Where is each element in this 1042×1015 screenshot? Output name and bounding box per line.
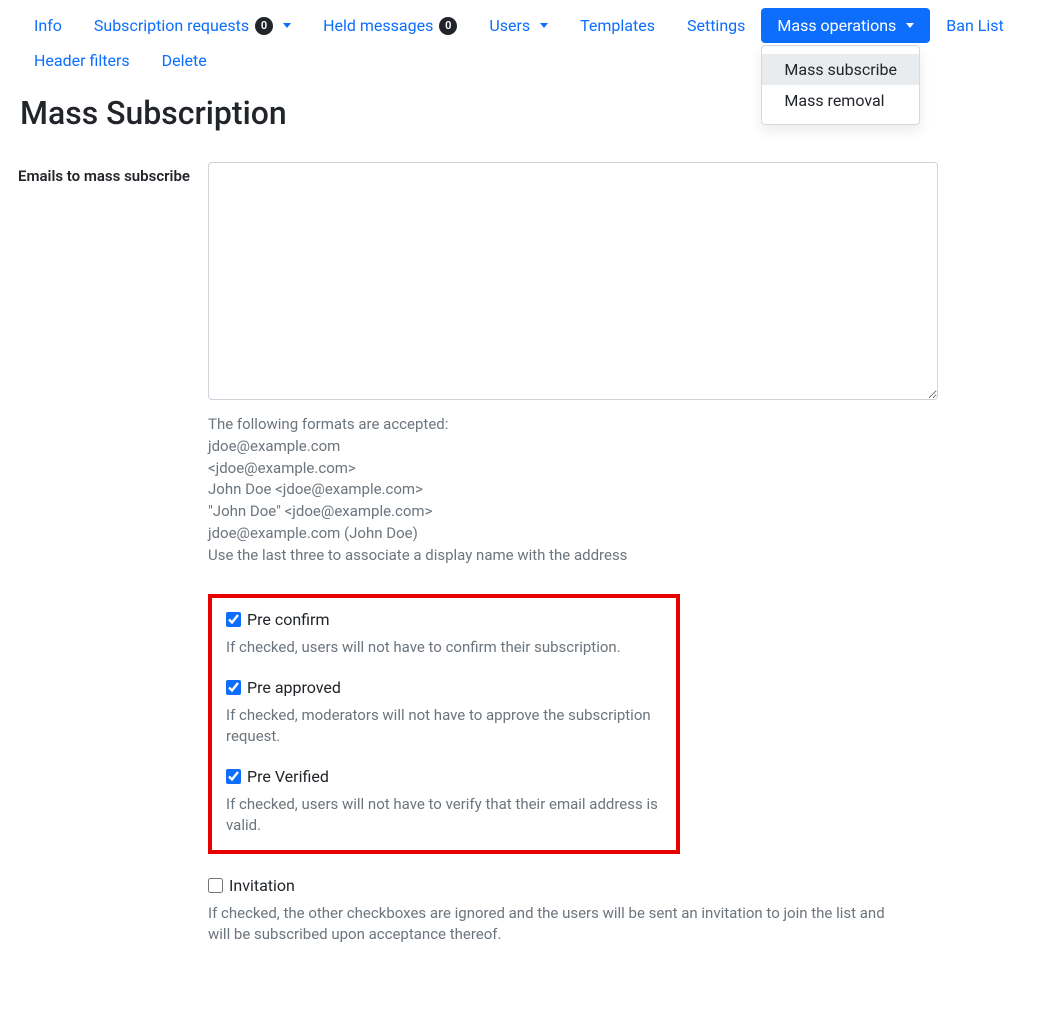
emails-help-line: jdoe@example.com (John Doe)	[208, 523, 1024, 545]
pre-approved-label-row[interactable]: Pre approved	[226, 678, 662, 697]
nav-delete[interactable]: Delete	[146, 43, 223, 78]
invitation-label-row[interactable]: Invitation	[208, 876, 908, 895]
nav-subscription-requests-badge: 0	[255, 17, 273, 35]
pre-verified-checkbox[interactable]	[226, 769, 241, 784]
nav-users[interactable]: Users	[473, 8, 564, 43]
nav-subscription-requests[interactable]: Subscription requests 0	[78, 8, 307, 43]
nav-subscription-requests-label: Subscription requests	[94, 16, 249, 35]
nav-held-messages-label: Held messages	[323, 16, 433, 35]
emails-textarea[interactable]	[208, 162, 938, 400]
nav-users-label: Users	[489, 16, 530, 35]
pre-verified-help: If checked, users will not have to verif…	[226, 794, 662, 836]
invitation-help: If checked, the other checkboxes are ign…	[208, 903, 908, 945]
pre-approved-help: If checked, moderators will not have to …	[226, 705, 662, 747]
pre-confirm-checkbox[interactable]	[226, 612, 241, 627]
mass-operations-dropdown: Mass subscribe Mass removal	[761, 45, 920, 125]
emails-help-intro: The following formats are accepted:	[208, 414, 1024, 436]
pre-verified-label-row[interactable]: Pre Verified	[226, 767, 662, 786]
emails-help-line: <jdoe@example.com>	[208, 458, 1024, 480]
pre-approved-label: Pre approved	[247, 678, 341, 697]
nav-settings[interactable]: Settings	[671, 8, 761, 43]
nav-held-messages[interactable]: Held messages 0	[307, 8, 473, 43]
chevron-down-icon	[906, 23, 914, 28]
emails-help-line: John Doe <jdoe@example.com>	[208, 479, 1024, 501]
emails-help-line: jdoe@example.com	[208, 436, 1024, 458]
pre-approved-block: Pre approved If checked, moderators will…	[226, 678, 662, 747]
nav-info[interactable]: Info	[18, 8, 78, 43]
main-nav: Info Subscription requests 0 Held messag…	[18, 8, 1024, 78]
nav-header-filters[interactable]: Header filters	[18, 43, 146, 78]
emails-help-line: "John Doe" <jdoe@example.com>	[208, 501, 1024, 523]
invitation-label: Invitation	[229, 876, 295, 895]
pre-confirm-block: Pre confirm If checked, users will not h…	[226, 610, 662, 658]
invitation-checkbox[interactable]	[208, 878, 223, 893]
emails-help: The following formats are accepted: jdoe…	[208, 414, 1024, 566]
pre-verified-block: Pre Verified If checked, users will not …	[226, 767, 662, 836]
pre-options-highlight: Pre confirm If checked, users will not h…	[208, 594, 680, 854]
chevron-down-icon	[283, 23, 291, 28]
form-row-emails: Emails to mass subscribe The following f…	[18, 162, 1024, 965]
pre-approved-checkbox[interactable]	[226, 680, 241, 695]
pre-confirm-label: Pre confirm	[247, 610, 329, 629]
pre-confirm-help: If checked, users will not have to confi…	[226, 637, 662, 658]
emails-field-label: Emails to mass subscribe	[18, 162, 208, 186]
pre-verified-label: Pre Verified	[247, 767, 329, 786]
nav-mass-operations[interactable]: Mass operations	[761, 8, 930, 43]
nav-templates[interactable]: Templates	[564, 8, 671, 43]
chevron-down-icon	[540, 23, 548, 28]
nav-held-messages-badge: 0	[439, 17, 457, 35]
nav-ban-list[interactable]: Ban List	[930, 8, 1019, 43]
nav-mass-operations-label: Mass operations	[777, 16, 896, 35]
dropdown-item-mass-removal[interactable]: Mass removal	[762, 85, 919, 116]
pre-confirm-label-row[interactable]: Pre confirm	[226, 610, 662, 629]
emails-help-outro: Use the last three to associate a displa…	[208, 545, 1024, 567]
invitation-block: Invitation If checked, the other checkbo…	[208, 876, 908, 945]
dropdown-item-mass-subscribe[interactable]: Mass subscribe	[762, 54, 919, 85]
